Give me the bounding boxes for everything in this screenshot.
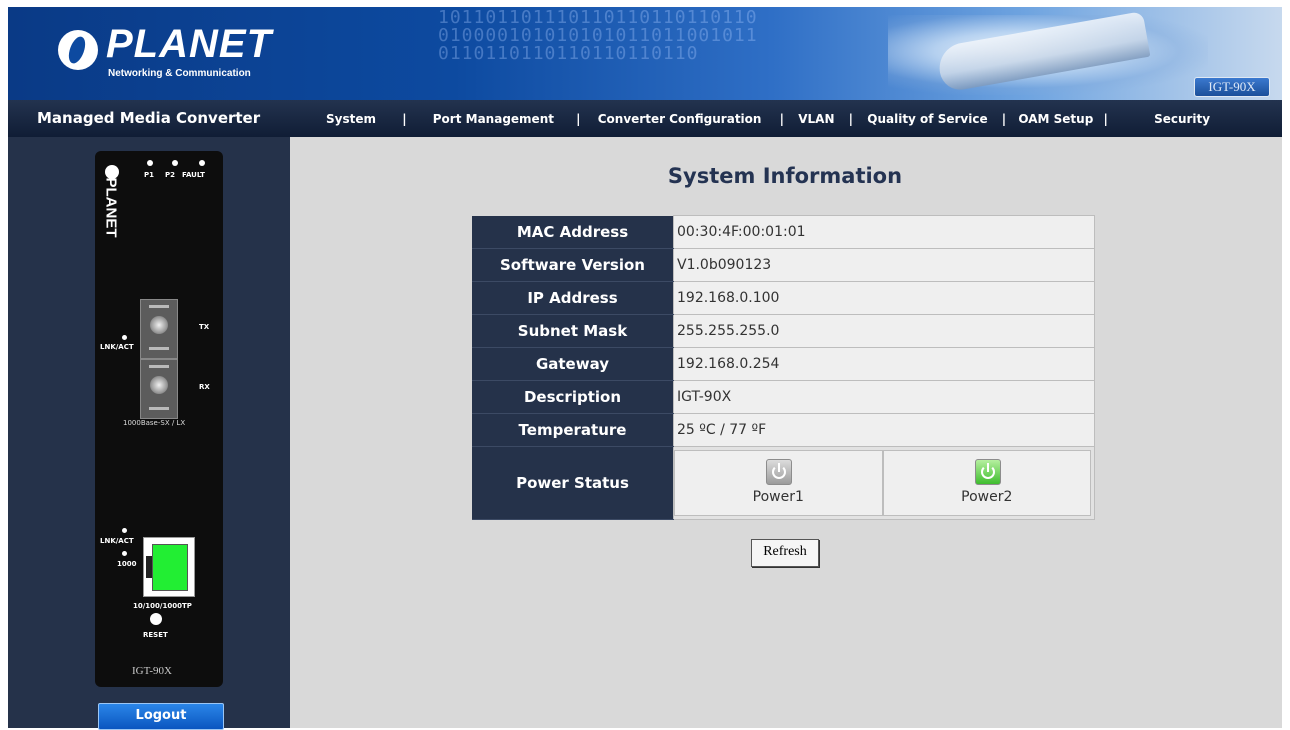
menu-separator: | — [402, 112, 407, 126]
fiber-connector-icon — [150, 376, 168, 394]
fiber-type-label: 1000Base-SX / LX — [123, 419, 186, 427]
power2-label: Power2 — [961, 488, 1013, 505]
logo-name: PLANET — [106, 22, 272, 66]
menu-item-converter-configuration[interactable]: Converter Configuration — [598, 112, 762, 126]
device-model-label: IGT-90X — [132, 665, 172, 677]
reset-label: RESET — [143, 631, 168, 639]
power2-cell: Power2 — [882, 449, 1091, 516]
rj45-port — [143, 537, 195, 597]
menu-item-oam-setup[interactable]: OAM Setup — [1018, 112, 1093, 126]
row-key: Temperature — [472, 413, 674, 447]
main-content: System Information MAC Address 00:30:4F:… — [290, 137, 1282, 728]
row-value: 255.255.255.0 — [673, 313, 1095, 348]
copper-type-label: 10/100/1000TP — [133, 602, 192, 610]
menu-separator: | — [779, 112, 785, 126]
fiber-connector-icon — [150, 316, 168, 334]
device-panel: PLANET P1 P2 FAULT TX RX LNK/ACT 1000Bas… — [8, 137, 290, 728]
menu-item-quality-of-service[interactable]: Quality of Service — [867, 112, 987, 126]
led-label-p2: P2 — [165, 171, 176, 179]
model-badge: IGT-90X — [1194, 77, 1270, 97]
row-key: MAC Address — [472, 215, 674, 249]
power-status-key: Power Status — [472, 446, 674, 520]
device-logo: PLANET — [97, 165, 127, 245]
main-menu: System | Port Management | Converter Con… — [326, 112, 1210, 126]
led-copper-lnk — [122, 528, 127, 533]
row-value: 192.168.0.100 — [673, 280, 1095, 315]
row-key: Subnet Mask — [472, 314, 674, 348]
table-row: Gateway 192.168.0.254 — [472, 346, 1095, 381]
led-1000 — [122, 551, 127, 556]
row-value: 192.168.0.254 — [673, 346, 1095, 381]
system-info-table: MAC Address 00:30:4F:00:01:01 Software V… — [472, 215, 1095, 520]
row-key: IP Address — [472, 281, 674, 315]
planet-logo-icon — [58, 30, 98, 70]
row-key: Gateway — [472, 347, 674, 381]
tx-label: TX — [199, 323, 210, 331]
device-brand: PLANET — [102, 177, 120, 238]
table-row: Software Version V1.0b090123 — [472, 247, 1095, 282]
header-banner: 101101101110110110110110110 010000101010… — [8, 7, 1282, 100]
led-p1 — [147, 160, 153, 166]
menu-item-system[interactable]: System — [326, 112, 376, 126]
rj45-link-indicator — [152, 544, 188, 591]
menu-item-vlan[interactable]: VLAN — [798, 112, 834, 126]
row-value: IGT-90X — [673, 379, 1095, 414]
rx-label: RX — [199, 383, 210, 391]
logout-button[interactable]: Logout — [98, 703, 224, 730]
product-title: Managed Media Converter — [37, 109, 261, 127]
power1-cell: Power1 — [674, 449, 883, 516]
planet-logo: PLANET Networking & Communication — [58, 22, 271, 86]
copper-lnk-act-label: LNK/ACT — [100, 537, 134, 545]
row-value: V1.0b090123 — [673, 247, 1095, 282]
led-label-p1: P1 — [144, 171, 155, 179]
row-key: Software Version — [472, 248, 674, 282]
refresh-button[interactable]: Refresh — [751, 539, 819, 567]
nav-bar: Managed Media Converter System | Port Ma… — [8, 100, 1282, 137]
fiber-lnk-act-label: LNK/ACT — [100, 343, 134, 351]
menu-item-port-management[interactable]: Port Management — [433, 112, 554, 126]
menu-separator: | — [848, 112, 854, 126]
fiber-port-rx — [140, 359, 178, 419]
power-status-row: Power Status Power1 Power2 — [472, 445, 1095, 520]
table-row: Temperature 25 ºC / 77 ºF — [472, 412, 1095, 447]
led-p2 — [172, 160, 178, 166]
binary-decoration: 101101101110110110110110110 010000101010… — [438, 7, 758, 64]
device-front-view: PLANET P1 P2 FAULT TX RX LNK/ACT 1000Bas… — [95, 151, 223, 687]
power2-on-icon — [974, 458, 1001, 485]
power1-label: Power1 — [752, 488, 804, 505]
power1-off-icon — [766, 458, 793, 485]
table-row: Subnet Mask 255.255.255.0 — [472, 313, 1095, 348]
fiber-port-tx — [140, 299, 178, 359]
page-title: System Information — [667, 164, 903, 188]
menu-separator: | — [1001, 112, 1007, 126]
row-key: Description — [472, 380, 674, 414]
menu-item-security[interactable]: Security — [1154, 112, 1210, 126]
table-row: Description IGT-90X — [472, 379, 1095, 414]
menu-separator: | — [576, 112, 581, 126]
led-fault — [199, 160, 205, 166]
menu-separator: | — [1103, 112, 1108, 126]
led-fiber-lnk — [122, 335, 127, 340]
row-value: 00:30:4F:00:01:01 — [673, 215, 1095, 249]
power-status-value: Power1 Power2 — [673, 445, 1095, 520]
row-value: 25 ºC / 77 ºF — [673, 412, 1095, 447]
speed-1000-label: 1000 — [117, 560, 137, 568]
reset-button — [150, 613, 162, 625]
logo-subtitle: Networking & Communication — [108, 68, 251, 79]
table-row: IP Address 192.168.0.100 — [472, 280, 1095, 315]
led-label-fault: FAULT — [182, 171, 205, 179]
table-row: MAC Address 00:30:4F:00:01:01 — [472, 215, 1095, 249]
